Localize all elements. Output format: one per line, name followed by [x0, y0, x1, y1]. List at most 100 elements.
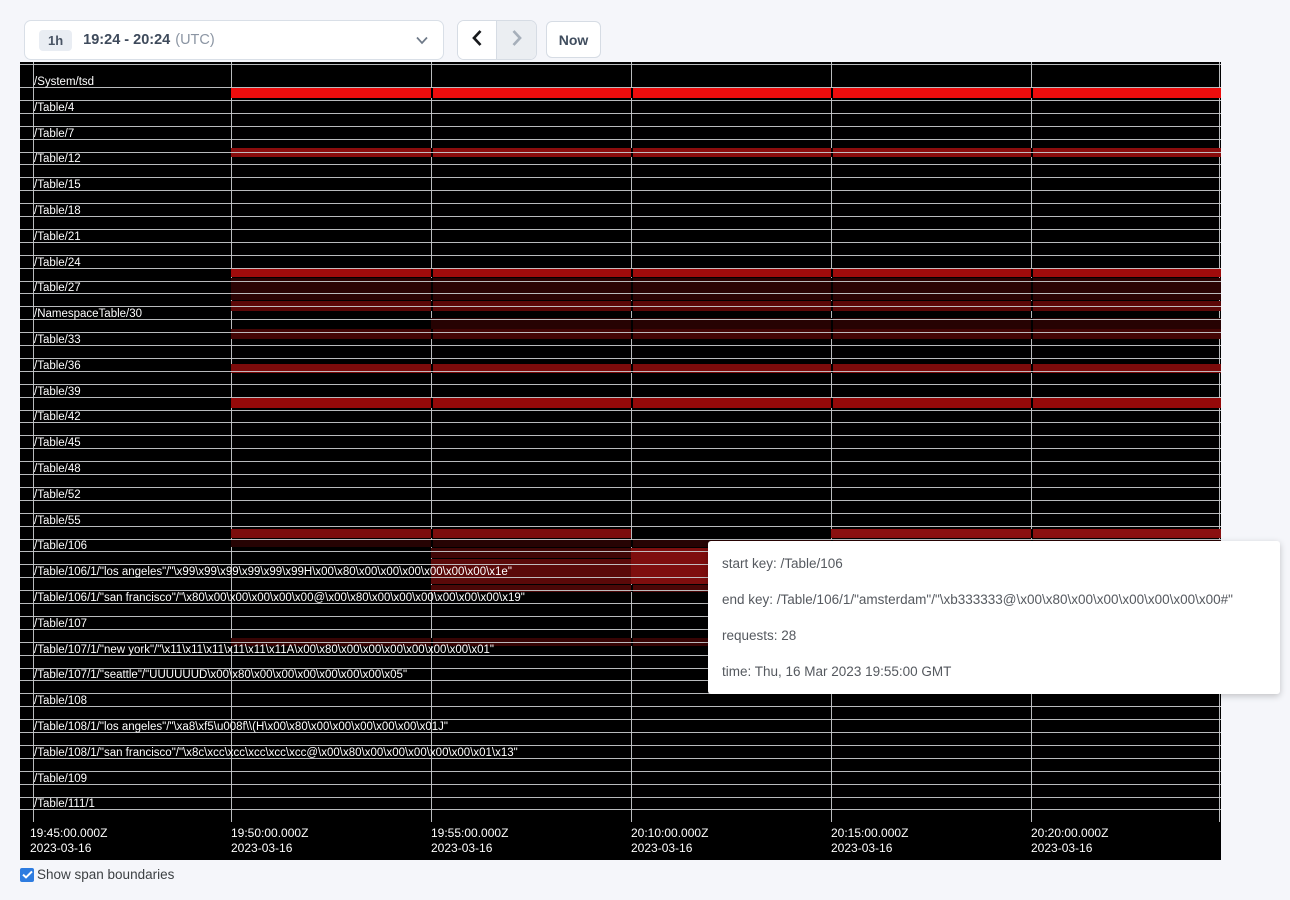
span-boundary-line [20, 203, 1221, 204]
span-boundary-line [20, 164, 1221, 165]
span-boundary-line [20, 410, 1221, 411]
sample-gap [631, 398, 633, 408]
sample-gap [1031, 148, 1033, 157]
time-range-badge: 1h [39, 30, 72, 51]
row-key-label: /Table/52 [34, 489, 81, 502]
x-axis-date-label: 2023-03-16 [631, 841, 692, 855]
x-axis-date-label: 2023-03-16 [30, 841, 91, 855]
row-key-label: /Table/4 [34, 102, 74, 115]
row-key-label: /Table/109 [34, 773, 87, 786]
row-key-label: /Table/108/1/"los angeles"/"\xa8\xf5\u00… [34, 721, 448, 734]
tooltip-start-key: start key: /Table/106 [722, 556, 1264, 572]
span-boundary-line [20, 242, 1221, 243]
hot-span-band [231, 329, 1221, 339]
row-key-label: /Table/12 [34, 153, 81, 166]
span-boundary-line [20, 64, 1221, 65]
row-key-label: /Table/107/1/"seattle"/"UUUUUUD\x00\x80\… [34, 669, 407, 682]
hot-span-band [231, 398, 1221, 408]
row-key-label: /Table/33 [34, 334, 81, 347]
span-boundary-line [20, 345, 1221, 346]
sample-gap [431, 398, 433, 408]
span-boundary-line [20, 461, 1221, 462]
key-visualizer-canvas[interactable]: /System/tsd/Table/4/Table/7/Table/12/Tab… [20, 62, 1221, 860]
sample-boundary-line [631, 62, 632, 822]
span-boundary-line [20, 152, 1221, 153]
row-key-label: /Table/108/1/"san francisco"/"\x8c\xcc\x… [34, 747, 518, 760]
show-span-boundaries-control[interactable]: Show span boundaries [20, 867, 174, 882]
span-boundary-line [20, 216, 1221, 217]
row-key-label: /Table/45 [34, 437, 81, 450]
now-button-label: Now [559, 32, 589, 48]
row-key-label: /Table/27 [34, 282, 81, 295]
previous-interval-button[interactable] [458, 21, 497, 59]
sample-gap [631, 148, 633, 157]
span-boundary-line [20, 384, 1221, 385]
span-boundary-line [20, 422, 1221, 423]
time-range-text: 19:24 - 20:24 [83, 32, 170, 48]
sample-gap [831, 268, 833, 277]
row-key-label: /Table/42 [34, 411, 81, 424]
sample-gap [831, 148, 833, 157]
row-key-label: /Table/15 [34, 179, 81, 192]
span-boundary-line [20, 113, 1221, 114]
sample-gap [431, 540, 433, 547]
span-boundary-line [20, 358, 1221, 359]
span-boundary-line [20, 319, 1221, 320]
time-range-timezone: (UTC) [175, 32, 214, 48]
row-key-label: /System/tsd [34, 76, 94, 89]
x-axis-date-label: 2023-03-16 [231, 841, 292, 855]
span-boundary-line [20, 281, 1221, 282]
time-range-dropdown[interactable]: 1h 19:24 - 20:24 (UTC) [24, 20, 444, 60]
sample-gap [1031, 398, 1033, 408]
span-boundary-line [20, 448, 1221, 449]
sample-gap [631, 268, 633, 277]
next-interval-button-disabled[interactable] [497, 21, 536, 59]
span-boundary-line [20, 784, 1221, 785]
sample-boundary-line [1031, 62, 1032, 822]
sample-boundary-line [1219, 62, 1220, 822]
span-boundary-line [20, 139, 1221, 140]
row-key-label: /Table/108 [34, 695, 87, 708]
row-key-label: /Table/24 [34, 257, 81, 270]
span-boundary-line [20, 500, 1221, 501]
span-boundary-line [20, 126, 1221, 127]
chevron-left-icon [471, 29, 483, 52]
x-axis-time-label: 19:50:00.000Z [231, 826, 308, 840]
span-boundary-line [20, 526, 1221, 527]
span-boundary-line [20, 87, 1221, 88]
sample-gap [1031, 329, 1033, 339]
x-axis-time-label: 20:15:00.000Z [831, 826, 908, 840]
span-boundary-line [20, 435, 1221, 436]
sample-gap [431, 88, 433, 98]
tooltip-end-key: end key: /Table/106/1/"amsterdam"/"\xb33… [722, 592, 1264, 608]
row-key-label: /Table/106 [34, 540, 87, 553]
key-visualizer-page: 1h 19:24 - 20:24 (UTC) Now /System/tsd/T… [0, 0, 1290, 900]
hot-span-band [831, 529, 1221, 538]
span-boundary-line [20, 190, 1221, 191]
tooltip-requests: requests: 28 [722, 628, 1264, 644]
show-span-boundaries-checkbox[interactable] [20, 868, 34, 882]
sample-gap [631, 88, 633, 98]
span-boundary-line [20, 771, 1221, 772]
sample-gap [431, 268, 433, 277]
x-axis-time-label: 20:10:00.000Z [631, 826, 708, 840]
checkmark-icon [22, 866, 33, 884]
sample-gap [831, 398, 833, 408]
row-key-label: /Table/106/1/"los angeles"/"\x99\x99\x99… [34, 566, 512, 579]
row-key-label: /Table/55 [34, 515, 81, 528]
sample-gap [431, 148, 433, 157]
sample-gap [1031, 529, 1033, 538]
span-boundary-line [20, 745, 1221, 746]
sample-gap [831, 329, 833, 339]
x-axis-date-label: 2023-03-16 [1031, 841, 1092, 855]
now-button[interactable]: Now [546, 21, 601, 58]
x-axis-date-label: 2023-03-16 [431, 841, 492, 855]
sample-gap [831, 88, 833, 98]
sample-gap [1031, 268, 1033, 277]
row-key-label: /Table/7 [34, 128, 74, 141]
show-span-boundaries-label: Show span boundaries [37, 867, 174, 882]
hot-span-band [231, 268, 1221, 277]
chevron-down-icon [415, 36, 429, 45]
chevron-right-icon [511, 29, 523, 52]
row-key-label: /NamespaceTable/30 [34, 308, 142, 321]
